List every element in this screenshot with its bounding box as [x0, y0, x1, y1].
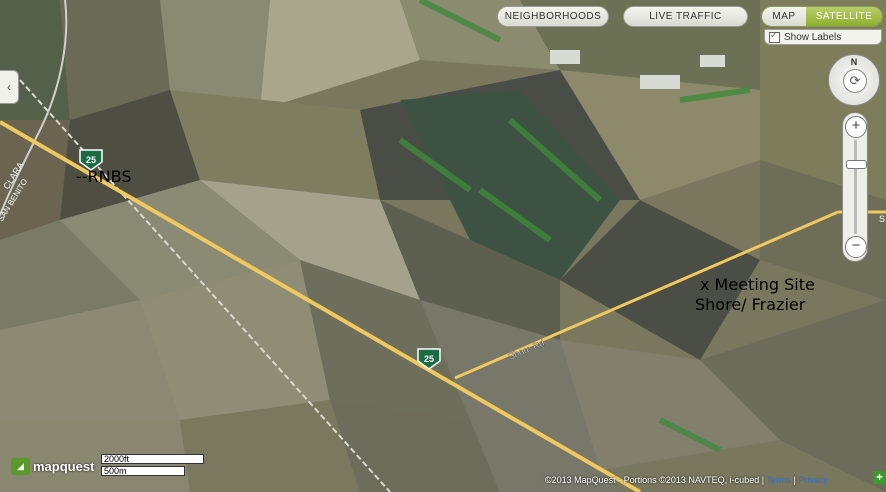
map-type-toggle: MAP SATELLITE: [761, 6, 883, 27]
zoom-in-button[interactable]: +: [845, 116, 867, 138]
zoom-slider-track[interactable]: [854, 140, 857, 234]
place-label-partial: S: [879, 214, 885, 224]
map-view-button[interactable]: MAP: [762, 7, 806, 26]
route-shield-label: 25: [424, 354, 434, 364]
show-labels-checkbox[interactable]: [769, 30, 780, 43]
compass-pan-control[interactable]: N ⟳: [828, 54, 880, 106]
annotation-shore-frazier: Shore/ Frazier: [695, 295, 806, 314]
mapquest-logo-text: mapquest: [33, 459, 95, 474]
copyright-text: ©2013 MapQuest - Portions ©2013 NAVTEQ, …: [545, 475, 765, 485]
show-labels-toggle[interactable]: Show Labels: [764, 29, 882, 45]
zoom-control: + −: [842, 112, 868, 262]
annotation-meeting-site: x Meeting Site: [700, 275, 815, 294]
live-traffic-button[interactable]: LIVE TRAFFIC: [623, 6, 748, 27]
satellite-view-button[interactable]: SATELLITE: [806, 7, 882, 26]
route-shield-label: 25: [86, 155, 96, 165]
terms-link[interactable]: Terms: [766, 475, 791, 485]
separator: |: [793, 475, 796, 485]
satellite-map[interactable]: 25 25 Shore Rd CLARA SAN BENITO S --RNBS…: [0, 0, 886, 492]
annotation-rnbs: --RNBS: [76, 167, 131, 186]
mapquest-logo-icon: ◢: [11, 458, 30, 475]
scale-bar-meters: 500m: [101, 466, 185, 476]
compass-north-label: N: [850, 57, 858, 67]
show-labels-label: Show Labels: [784, 31, 842, 43]
recenter-icon[interactable]: ⟳: [843, 69, 867, 93]
expand-button[interactable]: +: [873, 471, 886, 484]
privacy-link[interactable]: Privacy: [798, 475, 828, 485]
collapse-panel-button[interactable]: ‹: [0, 70, 19, 104]
copyright-notice: ©2013 MapQuest - Portions ©2013 NAVTEQ, …: [545, 475, 828, 485]
mapquest-logo[interactable]: ◢ mapquest: [11, 458, 94, 475]
zoom-slider-handle[interactable]: [846, 160, 867, 169]
scale-bar-feet: 2000ft: [101, 454, 204, 464]
zoom-out-button[interactable]: −: [845, 236, 867, 258]
neighborhoods-button[interactable]: NEIGHBORHOODS: [497, 6, 609, 27]
